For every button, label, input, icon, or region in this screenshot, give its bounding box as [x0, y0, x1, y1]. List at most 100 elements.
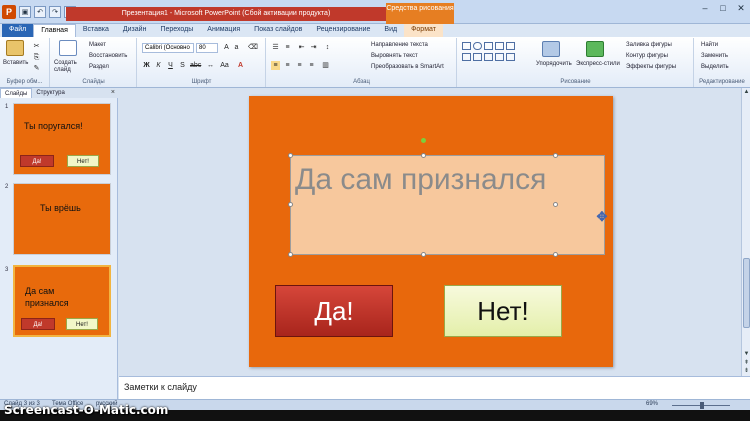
- shrink-font-icon[interactable]: a: [232, 43, 241, 52]
- paste-button[interactable]: Вставить: [3, 60, 28, 66]
- slide-thumbnail-3[interactable]: Да сам признался Да! Нет!: [13, 265, 111, 337]
- shape-arrow-icon[interactable]: [495, 42, 504, 50]
- tab-review[interactable]: Рецензирование: [309, 24, 377, 37]
- convert-smartart-button[interactable]: Преобразовать в SmartArt: [371, 64, 444, 70]
- copy-icon[interactable]: ⎘: [32, 53, 41, 62]
- quick-styles-icon[interactable]: [586, 41, 604, 57]
- new-slide-icon[interactable]: [59, 40, 77, 56]
- tab-outline[interactable]: Структура: [32, 88, 68, 98]
- decrease-indent-icon[interactable]: ⇤: [297, 43, 306, 52]
- layout-button[interactable]: Макет: [89, 42, 106, 48]
- shape-line-icon[interactable]: [484, 42, 493, 50]
- next-slide-icon[interactable]: ⇟: [742, 367, 750, 376]
- tab-slides[interactable]: Слайды: [0, 88, 33, 98]
- zoom-level[interactable]: 69%: [646, 401, 658, 407]
- spacing-icon[interactable]: ↔: [206, 61, 215, 70]
- tab-view[interactable]: Вид: [377, 24, 404, 37]
- tab-animations[interactable]: Анимация: [200, 24, 247, 37]
- format-painter-icon[interactable]: ✎: [32, 64, 41, 73]
- slide-thumbnail-2[interactable]: Ты врёшь: [13, 183, 111, 255]
- close-icon[interactable]: ✕: [732, 0, 750, 16]
- tab-file[interactable]: Файл: [2, 24, 34, 37]
- tab-home[interactable]: Главная: [33, 24, 76, 37]
- clear-format-icon[interactable]: ⌫: [248, 43, 258, 52]
- columns-icon[interactable]: ▥: [321, 61, 330, 70]
- reset-button[interactable]: Восстановить: [89, 53, 127, 59]
- align-left-icon[interactable]: ≡: [271, 61, 280, 70]
- arrange-button[interactable]: Упорядочить: [536, 61, 572, 67]
- textbox-text[interactable]: Да сам признался: [295, 160, 595, 200]
- tab-format[interactable]: Формат: [404, 24, 443, 37]
- notes-placeholder[interactable]: Заметки к слайду: [124, 382, 197, 392]
- shape-oval-icon[interactable]: [473, 42, 482, 50]
- tab-insert[interactable]: Вставка: [76, 24, 116, 37]
- powerpoint-app-icon[interactable]: P: [2, 5, 16, 19]
- numbering-icon[interactable]: ≡: [283, 43, 292, 52]
- redo-icon[interactable]: ↷: [49, 6, 61, 18]
- align-text-button[interactable]: Выровнять текст: [371, 53, 418, 59]
- tab-transitions[interactable]: Переходы: [153, 24, 200, 37]
- notes-pane[interactable]: Заметки к слайду: [119, 376, 750, 399]
- vertical-scrollbar[interactable]: ▲ ▼ ⇞ ⇟: [741, 88, 750, 376]
- bullets-icon[interactable]: ☰: [271, 43, 280, 52]
- tab-slideshow[interactable]: Показ слайдов: [247, 24, 309, 37]
- align-center-icon[interactable]: ≡: [283, 61, 292, 70]
- resize-handle[interactable]: [421, 252, 426, 257]
- shape-fill-button[interactable]: Заливка фигуры: [626, 42, 672, 48]
- find-button[interactable]: Найти: [701, 42, 718, 48]
- resize-handle[interactable]: [288, 252, 293, 257]
- font-color-icon[interactable]: A: [236, 61, 245, 70]
- scroll-down-icon[interactable]: ▼: [742, 350, 750, 359]
- shadow-icon[interactable]: S: [178, 61, 187, 70]
- shape-rounded-icon[interactable]: [506, 42, 515, 50]
- justify-icon[interactable]: ≡: [307, 61, 316, 70]
- replace-button[interactable]: Заменить: [701, 53, 728, 59]
- zoom-slider-knob[interactable]: [700, 402, 704, 409]
- resize-handle[interactable]: [553, 153, 558, 158]
- new-slide-button[interactable]: Создать слайд: [54, 60, 84, 74]
- quick-styles-button[interactable]: Экспресс-стили: [576, 61, 620, 67]
- yes-button[interactable]: Да!: [275, 285, 393, 337]
- bold-icon[interactable]: Ж: [142, 61, 151, 70]
- shape-outline-button[interactable]: Контур фигуры: [626, 53, 668, 59]
- shape-rectangle-icon[interactable]: [462, 42, 471, 50]
- paste-icon[interactable]: [6, 40, 24, 56]
- increase-indent-icon[interactable]: ⇥: [309, 43, 318, 52]
- cut-icon[interactable]: ✂: [32, 42, 41, 51]
- font-name-select[interactable]: Calibri (Основно: [142, 43, 194, 53]
- save-icon[interactable]: ▣: [19, 6, 31, 18]
- resize-handle[interactable]: [288, 153, 293, 158]
- italic-icon[interactable]: К: [154, 61, 163, 70]
- line-spacing-icon[interactable]: ↕: [323, 43, 332, 52]
- underline-icon[interactable]: Ч: [166, 61, 175, 70]
- rotation-handle[interactable]: [421, 138, 426, 143]
- no-button[interactable]: Нет!: [444, 285, 562, 337]
- arrange-icon[interactable]: [542, 41, 560, 57]
- shape-brace-icon[interactable]: [484, 53, 493, 61]
- shape-more-icon[interactable]: [506, 53, 515, 61]
- resize-handle[interactable]: [553, 202, 558, 207]
- undo-icon[interactable]: ↶: [34, 6, 46, 18]
- maximize-icon[interactable]: □: [714, 0, 732, 16]
- shape-callout-icon[interactable]: [495, 53, 504, 61]
- grow-font-icon[interactable]: A: [222, 43, 231, 52]
- minimize-icon[interactable]: –: [696, 0, 714, 16]
- slide-thumbnail-1[interactable]: Ты поругался! Да! Нет!: [13, 103, 111, 175]
- shape-triangle-icon[interactable]: [462, 53, 471, 61]
- resize-handle[interactable]: [553, 252, 558, 257]
- scroll-thumb[interactable]: [743, 258, 750, 328]
- align-right-icon[interactable]: ≡: [295, 61, 304, 70]
- resize-handle[interactable]: [288, 202, 293, 207]
- slide-canvas[interactable]: Да сам признался Да! Нет!: [249, 96, 613, 367]
- shape-effects-button[interactable]: Эффекты фигуры: [626, 64, 676, 70]
- tab-design[interactable]: Дизайн: [116, 24, 154, 37]
- close-icon[interactable]: ×: [111, 88, 115, 98]
- section-button[interactable]: Раздел: [89, 64, 109, 70]
- scroll-up-icon[interactable]: ▲: [742, 88, 750, 97]
- shape-star-icon[interactable]: [473, 53, 482, 61]
- font-size-select[interactable]: 80: [196, 43, 218, 53]
- strikethrough-icon[interactable]: abc: [190, 61, 201, 70]
- change-case-icon[interactable]: Aa: [220, 61, 229, 70]
- select-button[interactable]: Выделить: [701, 64, 729, 70]
- text-direction-button[interactable]: Направление текста: [371, 42, 428, 48]
